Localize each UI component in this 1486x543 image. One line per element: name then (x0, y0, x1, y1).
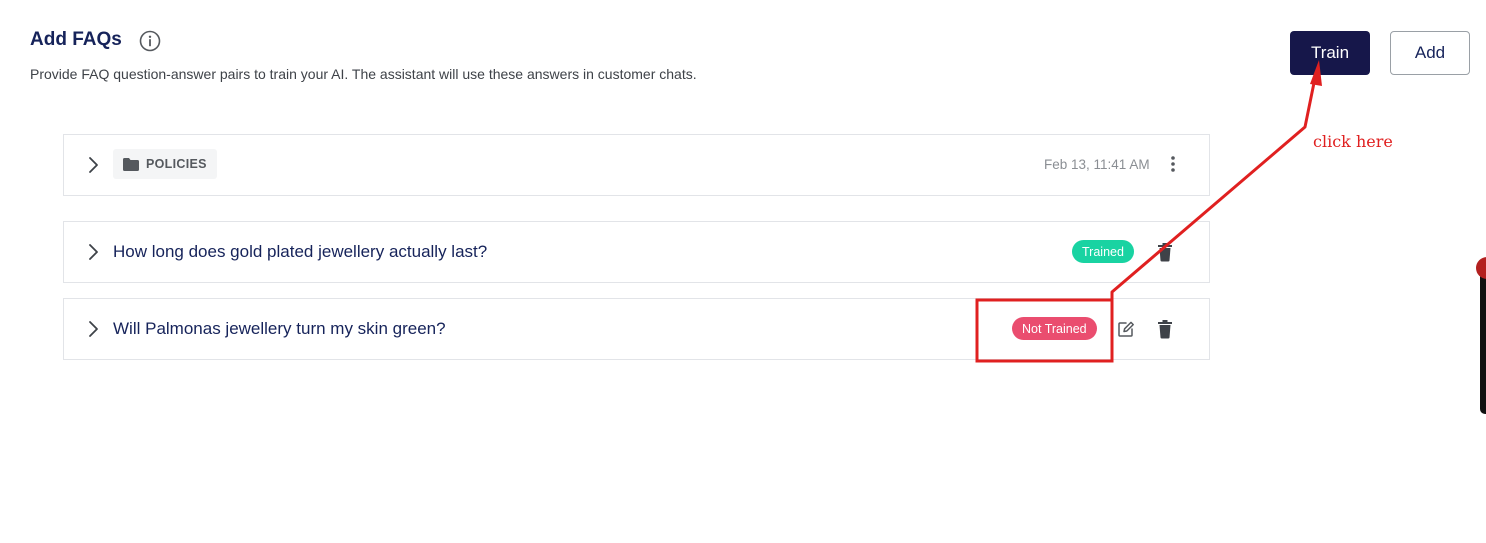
folder-icon (123, 157, 139, 171)
side-widget-button[interactable] (1476, 257, 1486, 279)
add-button[interactable]: Add (1390, 31, 1470, 75)
more-options-icon[interactable] (1165, 155, 1181, 173)
trash-icon[interactable] (1156, 319, 1174, 339)
folder-chip[interactable]: POLICIES (113, 149, 217, 179)
edit-icon[interactable] (1117, 319, 1135, 339)
status-badge-not-trained: Not Trained (1012, 317, 1097, 340)
faq-question[interactable]: How long does gold plated jewellery actu… (113, 242, 487, 262)
chevron-right-icon[interactable] (86, 156, 100, 174)
faq-row[interactable]: Will Palmonas jewellery turn my skin gre… (63, 298, 1210, 360)
page-subtitle: Provide FAQ question-answer pairs to tra… (30, 66, 697, 82)
folder-timestamp: Feb 13, 11:41 AM (1044, 157, 1150, 172)
train-button[interactable]: Train (1290, 31, 1370, 75)
side-widget-bar[interactable] (1480, 272, 1486, 414)
info-circle-icon[interactable] (139, 30, 161, 52)
folder-row-policies[interactable]: POLICIES Feb 13, 11:41 AM (63, 134, 1210, 196)
page-title: Add FAQs (30, 29, 122, 50)
faq-question[interactable]: Will Palmonas jewellery turn my skin gre… (113, 319, 446, 339)
chevron-right-icon[interactable] (86, 320, 100, 338)
trash-icon[interactable] (1156, 242, 1174, 262)
status-badge-trained: Trained (1072, 240, 1134, 263)
folder-name: POLICIES (146, 157, 207, 171)
chevron-right-icon[interactable] (86, 243, 100, 261)
annotation-label: click here (1313, 132, 1393, 151)
faq-row[interactable]: How long does gold plated jewellery actu… (63, 221, 1210, 283)
